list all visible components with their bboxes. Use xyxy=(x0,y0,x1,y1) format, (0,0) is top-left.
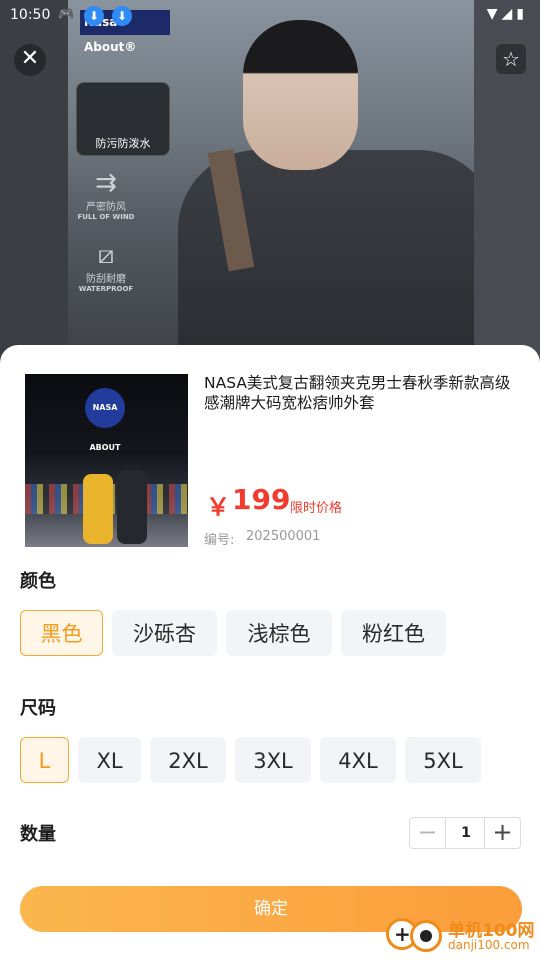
feature-scratch-en: WATERPROOF xyxy=(78,285,134,293)
status-bar: 10:50 🎮 ⬇ ⬇ ▼◢▮ xyxy=(0,0,540,32)
dot-icon xyxy=(420,930,432,942)
color-option-light-brown[interactable]: 浅棕色 xyxy=(226,610,332,656)
color-option-pink[interactable]: 粉红色 xyxy=(341,610,446,656)
feature-wind: ⇉ 严密防风 FULL OF WIND xyxy=(76,168,136,221)
feature-wind-en: FULL OF WIND xyxy=(77,213,135,221)
color-option-sand[interactable]: 沙砾杏 xyxy=(112,610,217,656)
size-option-l[interactable]: L xyxy=(20,737,69,783)
model-head xyxy=(243,20,358,170)
product-price: 199 xyxy=(232,483,291,516)
feature-card-stain: 防污防泼水 xyxy=(76,82,170,156)
price-tag: 限时价格 xyxy=(290,501,343,516)
close-icon: ✕ xyxy=(20,46,40,71)
quantity-stepper: − 1 + xyxy=(409,817,521,849)
size-option-2xl[interactable]: 2XL xyxy=(150,737,226,783)
nasa-badge: NASA ABOUT xyxy=(85,388,125,452)
size-option-4xl[interactable]: 4XL xyxy=(320,737,396,783)
color-option-black[interactable]: 黑色 xyxy=(20,610,103,656)
feature-scratch-cn: 防刮耐磨 xyxy=(86,274,126,285)
color-section-title: 颜色 xyxy=(20,571,56,592)
feature-scratch: ⧄ 防刮耐磨 WATERPROOF xyxy=(76,240,136,293)
scratch-icon: ⧄ xyxy=(97,240,115,270)
download-icon: ⬇ xyxy=(84,6,104,26)
product-title: NASA美式复古翻领夹克男士春秋季新款高级感潮牌大码宽松痞帅外套 xyxy=(204,374,511,412)
watermark-url: danji100.com xyxy=(448,938,530,952)
product-code: 202500001 xyxy=(246,529,321,544)
star-icon: ☆ xyxy=(502,47,520,71)
download-icon: ⬇ xyxy=(112,6,132,26)
quantity-section-title: 数量 xyxy=(20,824,56,845)
gamepad-icon: 🎮 xyxy=(58,7,75,22)
wind-icon: ⇉ xyxy=(95,168,117,198)
sku-selector-sheet: NASA ABOUT NASA美式复古翻领夹克男士春秋季新款高级感潮牌大码宽松痞… xyxy=(0,345,540,960)
product-thumbnail: NASA ABOUT xyxy=(25,374,188,547)
close-button[interactable]: ✕ xyxy=(14,44,46,76)
model-figure xyxy=(117,470,147,544)
model-figure xyxy=(83,474,113,544)
feature-card-label: 防污防泼水 xyxy=(95,137,151,150)
favorite-button[interactable]: ☆ xyxy=(496,44,526,74)
increase-button[interactable]: + xyxy=(484,818,520,848)
size-section-title: 尺码 xyxy=(20,698,56,719)
plus-icon: + xyxy=(394,922,411,946)
decrease-button[interactable]: − xyxy=(410,818,446,848)
site-watermark: + 单机100网 danji100.com xyxy=(380,912,540,960)
size-option-5xl[interactable]: 5XL xyxy=(405,737,481,783)
size-option-xl[interactable]: XL xyxy=(78,737,141,783)
quantity-value[interactable]: 1 xyxy=(446,818,486,848)
feature-wind-cn: 严密防风 xyxy=(86,202,126,213)
product-code-label: 编号: xyxy=(204,533,235,548)
status-right-icons: ▼◢▮ xyxy=(486,6,528,22)
size-option-3xl[interactable]: 3XL xyxy=(235,737,311,783)
price-symbol: ￥ xyxy=(206,493,230,521)
status-time: 10:50 xyxy=(10,7,51,23)
